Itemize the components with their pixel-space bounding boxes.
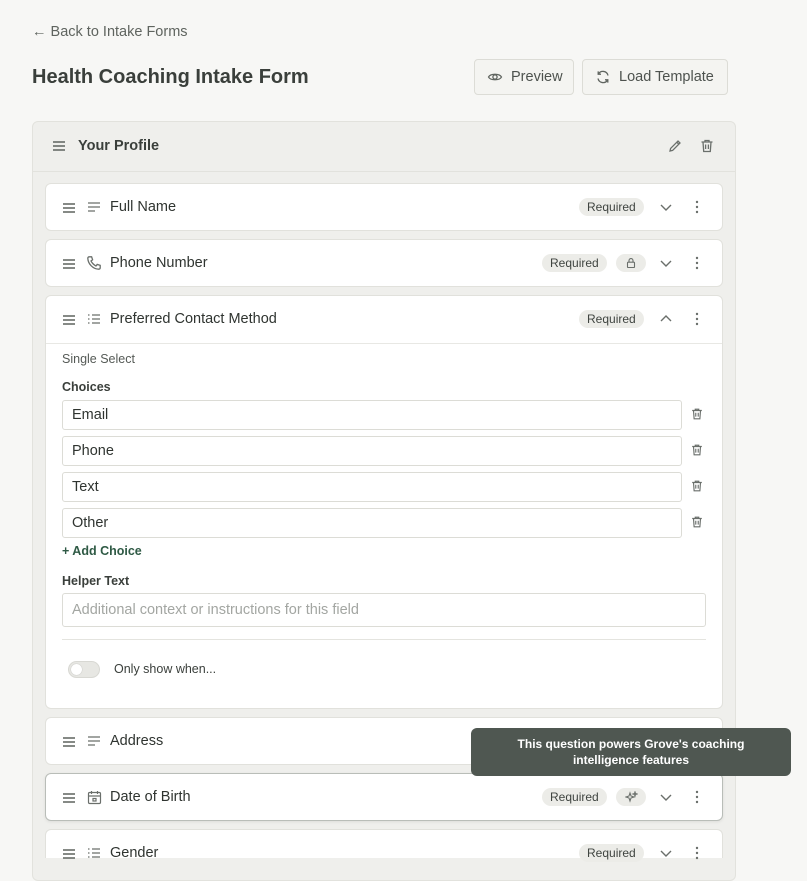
eye-icon	[487, 69, 503, 85]
more-vertical-icon[interactable]	[695, 256, 699, 270]
load-template-button-label: Load Template	[619, 69, 714, 85]
drag-handle-icon[interactable]	[52, 140, 66, 152]
chevron-up-icon[interactable]	[659, 313, 673, 325]
drag-handle-icon[interactable]	[62, 314, 76, 326]
trash-icon[interactable]	[690, 443, 704, 457]
choice-input[interactable]: Text	[62, 472, 682, 502]
condition-label: Only show when...	[114, 662, 217, 676]
refresh-icon	[595, 69, 611, 85]
drag-handle-icon[interactable]	[62, 848, 76, 860]
lock-icon	[616, 254, 646, 272]
required-badge: Required	[579, 844, 644, 862]
required-badge: Required	[542, 788, 607, 806]
condition-toggle[interactable]	[68, 661, 100, 678]
chevron-down-icon[interactable]	[659, 201, 673, 213]
field-row: Preferred Contact Method Required	[46, 296, 722, 344]
list-icon	[87, 313, 101, 325]
chevron-down-icon[interactable]	[659, 847, 673, 859]
phone-icon	[86, 255, 102, 271]
back-link-label: ← Back to Intake Forms	[32, 24, 188, 40]
trash-icon[interactable]	[690, 515, 704, 529]
load-template-button[interactable]: Load Template	[582, 59, 728, 95]
short-text-icon	[87, 201, 101, 213]
section-header: Your Profile	[33, 122, 735, 172]
more-vertical-icon[interactable]	[695, 312, 699, 326]
field-label: Gender	[110, 845, 159, 861]
choice-input[interactable]: Phone	[62, 436, 682, 466]
trash-icon[interactable]	[699, 138, 715, 154]
field-label: Phone Number	[110, 255, 208, 271]
drag-handle-icon[interactable]	[62, 736, 76, 748]
field-row: Full Name Required	[46, 184, 722, 230]
divider	[62, 639, 706, 640]
field-label: Date of Birth	[110, 789, 191, 805]
field-card-gender[interactable]: Gender Required	[45, 829, 723, 862]
toggle-knob	[71, 664, 82, 675]
drag-handle-icon[interactable]	[62, 258, 76, 270]
field-card-full-name[interactable]: Full Name Required	[45, 183, 723, 231]
back-link[interactable]: ← Back to Intake Forms	[32, 24, 188, 40]
tooltip: This question powers Grove's coaching in…	[471, 728, 791, 776]
choice-input[interactable]: Email	[62, 400, 682, 430]
page-title: Health Coaching Intake Form	[32, 66, 309, 88]
chevron-down-icon[interactable]	[659, 791, 673, 803]
field-card-date-of-birth[interactable]: Date of Birth Required	[45, 773, 723, 821]
helper-text-label: Helper Text	[62, 574, 130, 588]
helper-text-input[interactable]: Additional context or instructions for t…	[62, 593, 706, 627]
field-row: Phone Number Required	[46, 240, 722, 286]
field-label: Full Name	[110, 199, 177, 215]
field-type-label: Single Select	[62, 352, 135, 366]
preview-button[interactable]: Preview	[474, 59, 574, 95]
field-card-phone-number[interactable]: Phone Number Required	[45, 239, 723, 287]
field-card-preferred-contact-method[interactable]: Preferred Contact Method Required Single…	[45, 295, 723, 709]
section-title: Your Profile	[78, 138, 160, 154]
field-row: Date of Birth Required	[46, 774, 722, 820]
sparkle-icon[interactable]	[616, 788, 646, 806]
trash-icon[interactable]	[690, 407, 704, 421]
preview-button-label: Preview	[511, 69, 563, 85]
chevron-down-icon[interactable]	[659, 257, 673, 269]
trash-icon[interactable]	[690, 479, 704, 493]
choices-label: Choices	[62, 380, 111, 394]
tooltip-text: This question powers Grove's coaching in…	[517, 737, 745, 767]
more-vertical-icon[interactable]	[695, 790, 699, 804]
required-badge: Required	[579, 310, 644, 328]
choice-input[interactable]: Other	[62, 508, 682, 538]
short-text-icon	[87, 735, 101, 747]
more-vertical-icon[interactable]	[695, 200, 699, 214]
drag-handle-icon[interactable]	[62, 792, 76, 804]
edit-icon[interactable]	[667, 138, 683, 154]
field-label: Preferred Contact Method	[110, 311, 277, 327]
required-badge: Required	[542, 254, 607, 272]
calendar-icon	[87, 790, 102, 805]
required-badge: Required	[579, 198, 644, 216]
field-row: Gender Required	[46, 830, 722, 876]
list-icon	[87, 847, 101, 859]
add-choice-button[interactable]: + Add Choice	[62, 544, 142, 558]
drag-handle-icon[interactable]	[62, 202, 76, 214]
field-label: Address	[110, 733, 164, 749]
